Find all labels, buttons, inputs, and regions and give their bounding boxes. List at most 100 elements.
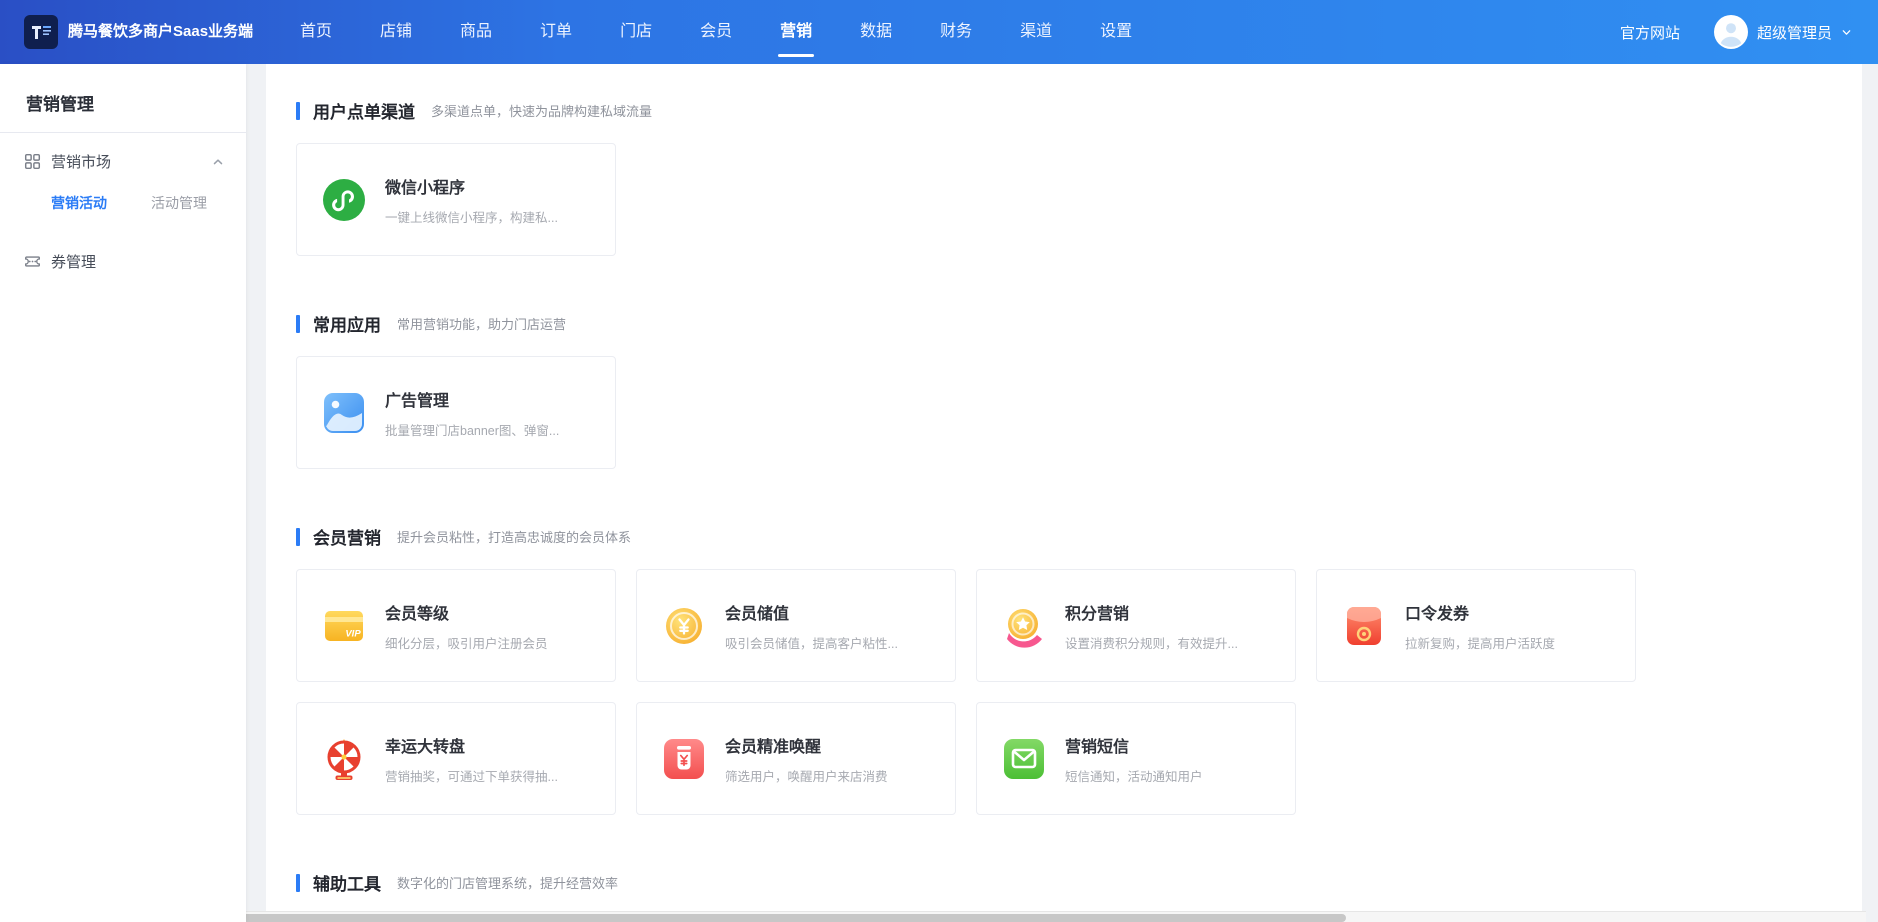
section-header: 辅助工具数字化的门店管理系统，提升经营效率: [296, 870, 1832, 895]
section-auxiliary-tools: 辅助工具数字化的门店管理系统，提升经营效率: [296, 870, 1832, 895]
card-description: 批量管理门店banner图、弹窗...: [385, 420, 559, 439]
section-subtitle: 提升会员粘性，打造高忠诚度的会员体系: [397, 527, 631, 546]
card-title: 口令发券: [1405, 600, 1555, 624]
nav-item-store[interactable]: 门店: [604, 0, 668, 64]
nav-item-home[interactable]: 首页: [284, 0, 348, 64]
section-accent-bar: [296, 874, 300, 892]
card-grid: 微信小程序一键上线微信小程序，构建私...: [296, 143, 1832, 256]
nav-item-goods[interactable]: 商品: [444, 0, 508, 64]
card-texts: 会员储值吸引会员储值，提高客户粘性...: [725, 600, 898, 652]
sidebar-submenu: 营销活动 活动管理: [24, 172, 224, 219]
card-member-wake[interactable]: 会员精准唤醒筛选用户，唤醒用户来店消费: [636, 702, 956, 815]
section-subtitle: 数字化的门店管理系统，提升经营效率: [397, 873, 618, 892]
nav-item-shop[interactable]: 店铺: [364, 0, 428, 64]
card-texts: 会员精准唤醒筛选用户，唤醒用户来店消费: [725, 733, 888, 785]
card-description: 一键上线微信小程序，构建私...: [385, 207, 558, 226]
user-avatar-icon: [1714, 15, 1748, 49]
red-packet-icon: [1342, 604, 1386, 648]
card-title: 广告管理: [385, 387, 559, 411]
top-nav: 首页店铺商品订单门店会员营销数据财务渠道设置: [276, 0, 1156, 64]
card-title: 微信小程序: [385, 174, 558, 198]
coin-star-icon: [1002, 604, 1046, 648]
sidebar-item-label: 券管理: [51, 251, 96, 272]
coin-yuan-icon: [662, 604, 706, 648]
card-member-stored-value[interactable]: 会员储值吸引会员储值，提高客户粘性...: [636, 569, 956, 682]
card-wechat-mini-program[interactable]: 微信小程序一键上线微信小程序，构建私...: [296, 143, 616, 256]
card-ad-manage[interactable]: 广告管理批量管理门店banner图、弹窗...: [296, 356, 616, 469]
sidebar-subitem-activity-manage[interactable]: 活动管理: [151, 193, 207, 213]
header-right: 官方网站 超级管理员: [1620, 15, 1852, 49]
user-menu[interactable]: 超级管理员: [1714, 15, 1852, 49]
card-texts: 口令发券拉新复购，提高用户活跃度: [1405, 600, 1555, 652]
card-member-level[interactable]: VIP 会员等级细化分层，吸引用户注册会员: [296, 569, 616, 682]
card-description: 短信通知，活动通知用户: [1065, 766, 1203, 785]
sidebar: 营销管理 营销市场营销活动 活动管理券管理: [0, 64, 246, 922]
main-area: 用户点单渠道多渠道点单，快速为品牌构建私域流量微信小程序一键上线微信小程序，构建…: [246, 64, 1878, 922]
section-header: 会员营销提升会员粘性，打造高忠诚度的会员体系: [296, 524, 1832, 549]
card-description: 筛选用户，唤醒用户来店消费: [725, 766, 888, 785]
chevron-up-icon[interactable]: [212, 156, 224, 168]
card-title: 会员精准唤醒: [725, 733, 888, 757]
section-title: 常用应用: [313, 311, 381, 336]
section-subtitle: 多渠道点单，快速为品牌构建私域流量: [431, 101, 652, 120]
menu-group-marketing-market: 营销市场营销活动 活动管理: [0, 133, 246, 219]
brand-title: 腾马餐饮多商户Saas业务端: [68, 22, 253, 42]
nav-item-finance[interactable]: 财务: [924, 0, 988, 64]
card-title: 会员储值: [725, 600, 898, 624]
grid-icon: [24, 153, 41, 170]
section-member-marketing: 会员营销提升会员粘性，打造高忠诚度的会员体系 VIP 会员等级细化分层，吸引用户注册…: [296, 524, 1832, 815]
brand: 腾马餐饮多商户Saas业务端: [24, 15, 262, 49]
card-texts: 广告管理批量管理门店banner图、弹窗...: [385, 387, 559, 439]
sidebar-item-coupon-manage[interactable]: 券管理: [24, 251, 224, 272]
sidebar-title: 营销管理: [0, 64, 246, 132]
vip-card-icon: VIP: [322, 604, 366, 648]
card-title: 幸运大转盘: [385, 733, 558, 757]
sms-envelope-icon: [1002, 737, 1046, 781]
card-texts: 营销短信短信通知，活动通知用户: [1065, 733, 1203, 785]
section-subtitle: 常用营销功能，助力门店运营: [397, 314, 566, 333]
card-description: 拉新复购，提高用户活跃度: [1405, 633, 1555, 652]
sidebar-menu: 营销市场营销活动 活动管理券管理: [0, 133, 246, 272]
card-description: 设置消费积分规则，有效提升...: [1065, 633, 1238, 652]
wechat-mini-program-icon: [322, 178, 366, 222]
nav-item-channel[interactable]: 渠道: [1004, 0, 1068, 64]
lucky-wheel-icon: [322, 737, 366, 781]
official-website-link[interactable]: 官方网站: [1620, 22, 1680, 43]
nav-item-settings[interactable]: 设置: [1084, 0, 1148, 64]
card-marketing-sms[interactable]: 营销短信短信通知，活动通知用户: [976, 702, 1296, 815]
card-lucky-wheel[interactable]: 幸运大转盘营销抽奖，可通过下单获得抽...: [296, 702, 616, 815]
card-points-marketing[interactable]: 积分营销设置消费积分规则，有效提升...: [976, 569, 1296, 682]
nav-item-order[interactable]: 订单: [524, 0, 588, 64]
card-grid: 广告管理批量管理门店banner图、弹窗...: [296, 356, 1832, 469]
card-description: 营销抽奖，可通过下单获得抽...: [385, 766, 558, 785]
section-header: 常用应用常用营销功能，助力门店运营: [296, 311, 1832, 336]
ad-image-icon: [322, 391, 366, 435]
sidebar-item-marketing-market[interactable]: 营销市场: [24, 151, 224, 172]
user-name: 超级管理员: [1757, 22, 1832, 43]
menu-group-coupon-manage: 券管理: [0, 233, 246, 272]
ticket-icon: [24, 253, 41, 270]
brand-logo: [24, 15, 58, 49]
nav-item-marketing[interactable]: 营销: [764, 0, 828, 64]
nav-item-data[interactable]: 数据: [844, 0, 908, 64]
section-common-apps: 常用应用常用营销功能，助力门店运营广告管理批量管理门店banner图、弹窗...: [296, 311, 1832, 469]
svg-text:VIP: VIP: [345, 628, 361, 639]
card-texts: 微信小程序一键上线微信小程序，构建私...: [385, 174, 558, 226]
section-order-channels: 用户点单渠道多渠道点单，快速为品牌构建私域流量微信小程序一键上线微信小程序，构建…: [296, 98, 1832, 256]
card-password-coupon[interactable]: 口令发券拉新复购，提高用户活跃度: [1316, 569, 1636, 682]
chevron-down-icon: [1841, 27, 1852, 38]
card-title: 营销短信: [1065, 733, 1203, 757]
section-header: 用户点单渠道多渠道点单，快速为品牌构建私域流量: [296, 98, 1832, 123]
card-description: 细化分层，吸引用户注册会员: [385, 633, 548, 652]
sidebar-item-label: 营销市场: [51, 151, 111, 172]
horizontal-scrollbar: [0, 911, 1866, 922]
sidebar-subitem-marketing-activity[interactable]: 营销活动: [51, 193, 107, 213]
section-accent-bar: [296, 315, 300, 333]
card-description: 吸引会员储值，提高客户粘性...: [725, 633, 898, 652]
section-accent-bar: [296, 528, 300, 546]
section-title: 辅助工具: [313, 870, 381, 895]
member-wake-icon: [662, 737, 706, 781]
nav-item-member[interactable]: 会员: [684, 0, 748, 64]
card-texts: 会员等级细化分层，吸引用户注册会员: [385, 600, 548, 652]
page-layout: 营销管理 营销市场营销活动 活动管理券管理 用户点单渠道多渠道点单，快速为品牌构建…: [0, 64, 1878, 922]
